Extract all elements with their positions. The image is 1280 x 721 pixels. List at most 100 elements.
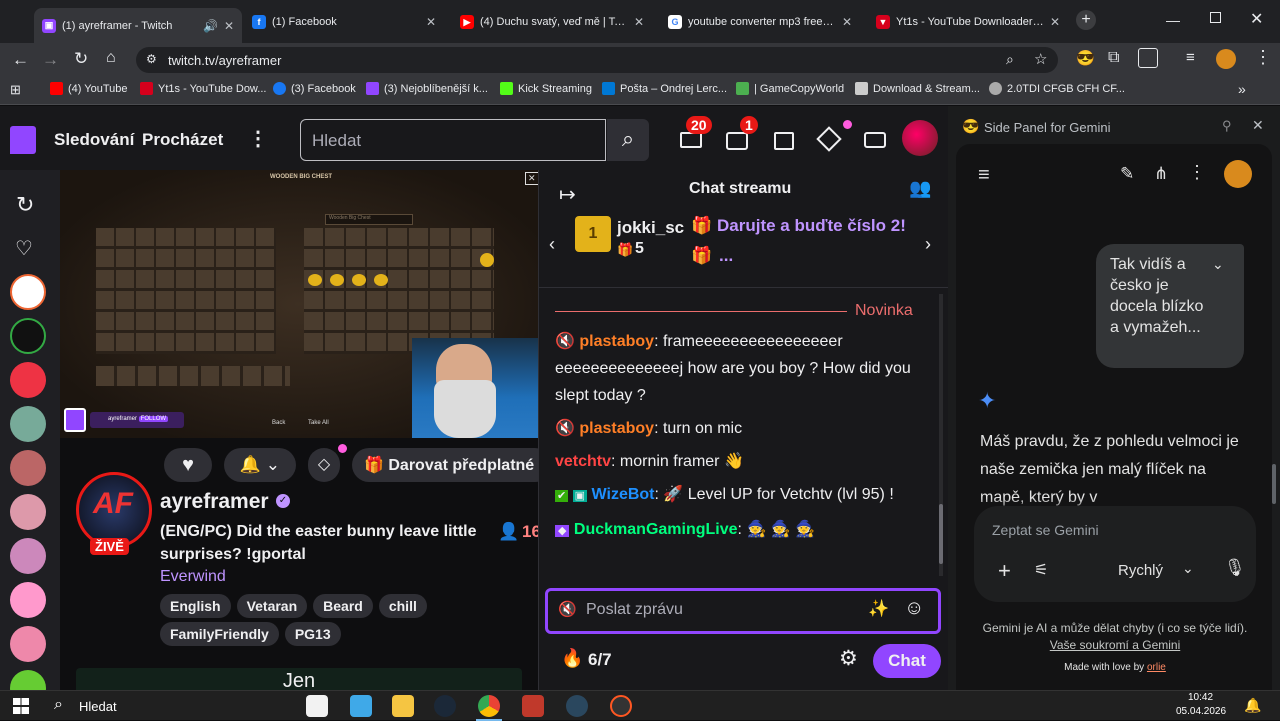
chrome-icon[interactable] <box>478 695 500 717</box>
muted-speaker-icon[interactable]: 🔇 <box>558 600 577 618</box>
share-icon[interactable]: ⋔ <box>1154 164 1168 184</box>
chat-send-button[interactable]: Chat <box>873 644 941 678</box>
channel-avatar[interactable] <box>10 406 46 442</box>
gemini-profile-avatar[interactable] <box>1224 160 1252 188</box>
channel-avatar[interactable] <box>10 626 46 662</box>
window-close-button[interactable]: ✕ <box>1250 9 1263 29</box>
file-explorer-icon[interactable] <box>392 695 414 717</box>
apps-grid-icon[interactable]: ⊞ <box>10 82 21 98</box>
more-bookmarks-icon[interactable]: » <box>1238 81 1246 97</box>
channel-avatar[interactable] <box>10 494 46 530</box>
prime-crown-button[interactable]: ◇ <box>308 448 340 482</box>
twitch-logo-icon[interactable] <box>10 126 36 154</box>
file-icon[interactable] <box>306 695 328 717</box>
tab-yt1s[interactable]: ▼ Yt1s - YouTube Downloader | Yo ✕ <box>868 8 1068 36</box>
emoji-picker-icon[interactable]: ☺ <box>904 597 924 620</box>
extensions-puzzle-icon[interactable]: ⧉ <box>1108 49 1119 67</box>
site-info-icon[interactable]: ⚙ <box>146 52 157 66</box>
tag-pg13[interactable]: PG13 <box>284 622 341 646</box>
url-text[interactable]: twitch.tv/ayreframer <box>168 53 281 68</box>
chat-scroll-thumb[interactable] <box>939 504 943 564</box>
media-player-icon[interactable] <box>610 695 632 717</box>
privacy-link[interactable]: Vaše soukromí a Gemini <box>1050 638 1181 652</box>
bookmark-item[interactable]: Download & Stream... <box>855 82 980 95</box>
clock-date[interactable]: 05.04.2026 <box>1176 706 1226 717</box>
tag-beard[interactable]: Beard <box>313 594 373 618</box>
gemini-scroll-thumb[interactable] <box>1272 464 1276 504</box>
bookmark-item[interactable]: | GameCopyWorld <box>736 82 844 95</box>
channel-avatar[interactable] <box>10 318 46 354</box>
bookmark-item[interactable]: 2.0TDI CFGB CFH CF... <box>989 82 1125 95</box>
chat-username[interactable]: plastaboy <box>579 333 654 350</box>
pin-icon[interactable]: ⚲ <box>1222 118 1232 134</box>
inbox-icon[interactable] <box>680 132 702 148</box>
video-player[interactable]: WOODEN BIG CHEST ✕ Wooden Big Chest Back… <box>60 170 538 438</box>
taskbar-search[interactable]: Hledat <box>79 699 117 714</box>
side-panel-icon[interactable] <box>1138 48 1158 68</box>
bookmark-star-icon[interactable]: ☆ <box>1034 50 1047 68</box>
chat-username[interactable]: plastaboy <box>579 420 654 437</box>
chat-username[interactable]: WizeBot <box>592 486 655 503</box>
new-chat-icon[interactable]: ✎ <box>1120 164 1134 184</box>
clock-time[interactable]: 10:42 <box>1188 692 1213 703</box>
gemini-prompt-box[interactable]: Zeptat se Gemini + ⚟ Rychlý ⌄ 🎙 <box>974 506 1256 602</box>
photos-icon[interactable] <box>350 695 372 717</box>
back-arrow-icon[interactable]: ← <box>12 50 29 70</box>
whispers-icon[interactable] <box>774 132 794 150</box>
profile-avatar[interactable] <box>1216 49 1236 69</box>
game-link[interactable]: Everwind <box>160 568 226 586</box>
address-bar[interactable]: ⚙ twitch.tv/ayreframer ⌕ ☆ <box>136 47 1058 73</box>
zoom-icon[interactable]: ⌕ <box>1006 51 1014 68</box>
channel-name[interactable]: ayreframer <box>160 490 269 514</box>
prev-arrow-icon[interactable]: ‹ <box>549 234 555 255</box>
minimize-button[interactable]: — <box>1166 12 1180 28</box>
tag-vetaran[interactable]: Vetaran <box>236 594 308 618</box>
notification-bell-icon[interactable]: 🔔 <box>1244 697 1261 714</box>
nav-browse[interactable]: Procházet <box>142 130 223 150</box>
next-arrow-icon[interactable]: › <box>925 234 931 255</box>
bookmark-item[interactable]: Pošta – Ondrej Lerc... <box>602 82 727 95</box>
emote-effect-icon[interactable]: ✨ <box>868 599 889 619</box>
collapse-chat-icon[interactable]: ↦ <box>559 182 576 207</box>
add-plus-icon[interactable]: + <box>998 558 1011 584</box>
chat-username[interactable]: vetchtv <box>555 453 611 470</box>
channel-avatar[interactable] <box>10 450 46 486</box>
hamburger-menu-icon[interactable]: ≡ <box>978 164 990 187</box>
channel-avatar[interactable] <box>10 582 46 618</box>
close-icon[interactable]: ✕ <box>634 15 644 29</box>
steam-icon[interactable] <box>434 695 456 717</box>
tab-twitch[interactable]: ▣ (1) ayreframer - Twitch 🔊 ✕ <box>34 8 242 43</box>
search-icon[interactable]: ⌕ <box>54 696 63 714</box>
bits-icon[interactable] <box>864 132 886 148</box>
chest-search-input[interactable]: Wooden Big Chest <box>325 214 413 225</box>
user-avatar[interactable] <box>902 120 938 156</box>
bookmark-item[interactable]: (4) YouTube <box>50 82 128 95</box>
search-icon[interactable]: ⌕ <box>607 119 649 161</box>
mode-chevron-icon[interactable]: ⌄ <box>1182 560 1194 577</box>
more-menu-icon[interactable]: ⋮ <box>248 126 268 151</box>
chrome-menu-icon[interactable]: ⋮ <box>1254 47 1272 68</box>
bookmark-item[interactable]: (3) Nejoblíbenější k... <box>366 82 488 95</box>
chat-scrollbar[interactable] <box>939 294 943 576</box>
gift-subscription-button[interactable]: 🎁 Darovat předplatné <box>352 448 552 482</box>
heart-icon[interactable]: ♡ <box>15 236 33 261</box>
forward-arrow-icon[interactable]: → <box>42 50 59 70</box>
close-panel-icon[interactable]: ✕ <box>1252 117 1264 134</box>
close-icon[interactable]: ✕ <box>224 19 234 33</box>
close-icon[interactable]: ✕ <box>525 172 538 185</box>
chat-input[interactable]: 🔇 Poslat zprávu ✨ ☺ <box>545 588 941 634</box>
maximize-button[interactable] <box>1210 12 1221 23</box>
collapse-arrow-icon[interactable]: ↻ <box>16 192 34 218</box>
tab-facebook[interactable]: f (1) Facebook ✕ <box>244 8 444 36</box>
reload-icon[interactable]: ↻ <box>74 49 88 69</box>
channel-points-icon[interactable]: 🔥 <box>561 648 583 669</box>
chat-settings-gear-icon[interactable]: ⚙ <box>839 646 858 671</box>
channel-avatar[interactable] <box>10 362 46 398</box>
steam-icon[interactable] <box>566 695 588 717</box>
new-tab-button[interactable]: + <box>1076 10 1096 30</box>
tab-google[interactable]: G youtube converter mp3 free on ✕ <box>660 8 860 36</box>
channel-avatar[interactable] <box>10 670 46 690</box>
extension-emoji-icon[interactable]: 😎 <box>1076 49 1095 67</box>
channel-avatar[interactable] <box>10 538 46 574</box>
tools-sliders-icon[interactable]: ⚟ <box>1034 560 1048 580</box>
